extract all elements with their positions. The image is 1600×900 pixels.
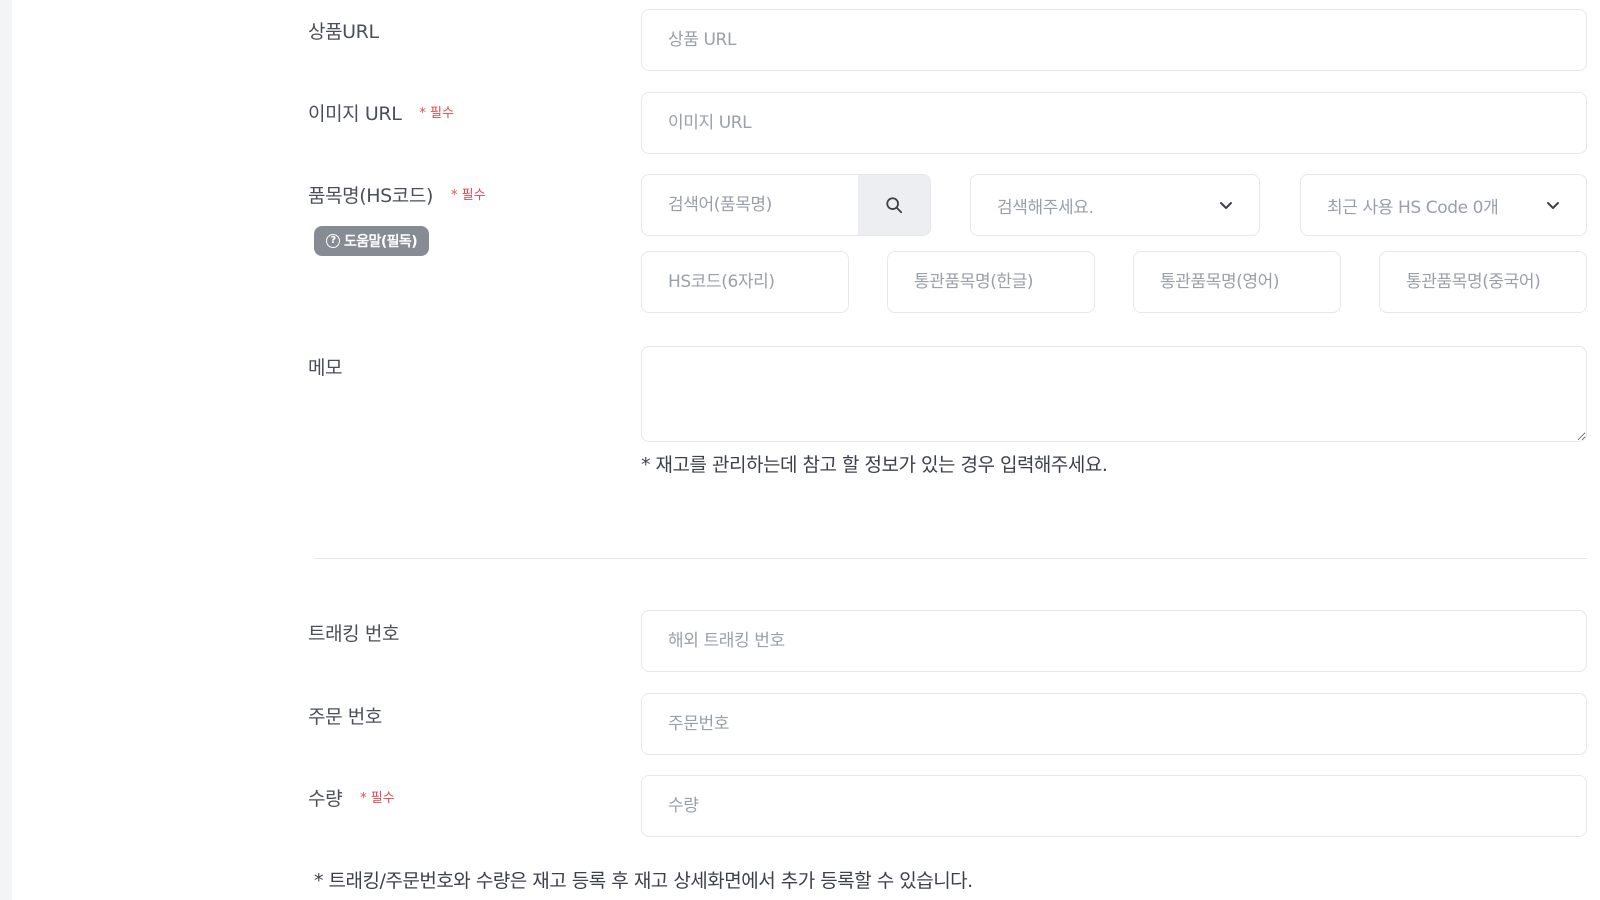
help-button[interactable]: ? 도움말(필독) xyxy=(314,226,429,256)
quantity-label: 수량 * 필수 xyxy=(308,788,395,810)
item-search-button[interactable] xyxy=(858,174,931,236)
product-url-label: 상품URL xyxy=(308,21,379,43)
required-mark: * 필수 xyxy=(419,106,454,121)
hs-code-input[interactable] xyxy=(641,251,849,313)
order-label: 주문 번호 xyxy=(308,706,382,728)
customs-name-kr-input[interactable] xyxy=(887,251,1095,313)
registration-form: 상품URL 이미지 URL* 필수 품목명(HS코드)* 필수 ? 도움말(필독… xyxy=(12,0,1600,900)
required-mark: * 필수 xyxy=(450,188,486,203)
customs-name-cn-input[interactable] xyxy=(1379,251,1587,313)
memo-textarea[interactable] xyxy=(641,346,1587,442)
tracking-label: 트래킹 번호 xyxy=(308,623,400,645)
required-mark: * 필수 xyxy=(360,791,395,806)
tracking-input[interactable] xyxy=(641,610,1587,672)
chevron-down-icon xyxy=(1220,202,1232,209)
item-name-label: 품목명(HS코드) * 필수 xyxy=(308,185,486,207)
question-circle-icon: ? xyxy=(326,234,340,248)
image-url-label: 이미지 URL * 필수 xyxy=(308,103,454,125)
chevron-down-icon xyxy=(1547,202,1559,209)
product-url-input[interactable] xyxy=(641,9,1587,71)
section-divider xyxy=(314,558,1587,559)
memo-note: * 재고를 관리하는데 참고 할 정보가 있는 경우 입력해주세요. xyxy=(641,454,1108,476)
footer-note: * 트래킹/주문번호와 수량은 재고 등록 후 재고 상세화면에서 추가 등록할… xyxy=(314,870,973,892)
order-input[interactable] xyxy=(641,693,1587,755)
customs-name-en-input[interactable] xyxy=(1133,251,1341,313)
recent-hs-code-select[interactable]: 최근 사용 HS Code 0개 xyxy=(1300,174,1587,236)
memo-label: 메모 xyxy=(308,357,343,379)
quantity-input[interactable] xyxy=(641,775,1587,837)
item-search-input[interactable] xyxy=(641,174,859,236)
search-result-select[interactable]: 검색해주세요. xyxy=(970,174,1260,236)
image-url-input[interactable] xyxy=(641,92,1587,154)
search-icon xyxy=(886,197,903,214)
